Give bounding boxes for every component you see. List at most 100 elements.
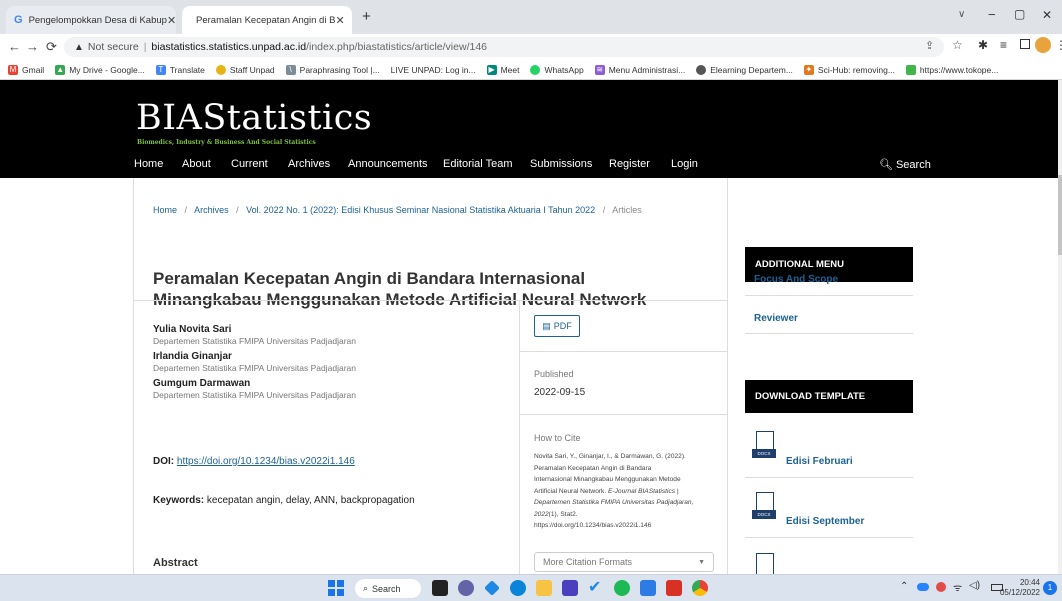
todo-check-icon[interactable]: ✔: [588, 580, 604, 596]
url-field[interactable]: ▲ Not secure | biastatistics.statistics.…: [64, 37, 944, 57]
bookmark-scihub[interactable]: ✦ Sci-Hub: removing...: [803, 64, 895, 75]
keywords-value: kecepatan angin, delay, ANN, backpropaga…: [206, 495, 415, 506]
breadcrumb-home[interactable]: Home: [153, 205, 177, 215]
notification-badge[interactable]: 1: [1043, 581, 1057, 595]
spotify-icon[interactable]: [614, 580, 630, 596]
extensions-icon[interactable]: ✱: [978, 38, 988, 52]
show-hidden-icons[interactable]: ⌃: [900, 581, 908, 592]
task-view-icon[interactable]: [432, 580, 448, 596]
breadcrumb-issue[interactable]: Vol. 2022 No. 1 (2022): Edisi Khusus Sem…: [246, 205, 595, 215]
windows-taskbar: ⌕ Search ✔ ⌃ ᯤ ◁) 20:44 05/12/2022 1: [0, 574, 1062, 601]
reload-icon[interactable]: ⟳: [46, 39, 57, 55]
bookmark-elearning[interactable]: Elearning Departem...: [696, 64, 793, 75]
whatsapp-icon: [530, 64, 541, 75]
header-divider: [134, 300, 727, 301]
nav-about[interactable]: About: [182, 158, 211, 170]
citation-line: Internasional Minangkabau Menggunakan Me…: [534, 476, 681, 483]
docx-file-icon[interactable]: DOCX: [752, 492, 784, 524]
breadcrumb-archives[interactable]: Archives: [194, 205, 229, 215]
pdf-reader-icon[interactable]: [666, 580, 682, 596]
author-affiliation: Departemen Statistika FMIPA Universitas …: [153, 390, 356, 400]
details-divider: [520, 414, 727, 415]
profile-avatar[interactable]: [1035, 37, 1051, 53]
nav-archives[interactable]: Archives: [288, 158, 330, 170]
bookmark-star-icon[interactable]: ☆: [952, 38, 963, 52]
pdf-button[interactable]: ▤ PDF: [534, 315, 580, 337]
nav-login[interactable]: Login: [671, 158, 698, 170]
author-affiliation: Departemen Statistika FMIPA Universitas …: [153, 336, 356, 346]
tokopedia-icon: [905, 64, 916, 75]
site-logo[interactable]: BIAStatistics: [136, 98, 372, 138]
bookmark-live-unpad[interactable]: LIVE UNPAD: Log in...: [391, 65, 476, 75]
onedrive-icon[interactable]: [917, 583, 929, 591]
tab-list-icon[interactable]: ∨: [958, 9, 965, 20]
back-arrow-icon[interactable]: ←: [8, 39, 21, 54]
sidebar-link-focus-scope[interactable]: Focus And Scope: [754, 274, 838, 285]
reading-list-icon[interactable]: ≡: [1000, 38, 1007, 52]
sidebar-link-reviewer[interactable]: Reviewer: [754, 313, 798, 324]
minimize-button[interactable]: −: [988, 7, 996, 22]
tab-active[interactable]: Peramalan Kecepatan Angin di B ✕: [182, 6, 352, 34]
citation-formats-dropdown[interactable]: More Citation Formats ▼: [534, 552, 714, 572]
scrollbar-thumb[interactable]: [1058, 175, 1062, 255]
maximize-button[interactable]: ▢: [1014, 7, 1025, 21]
forward-arrow-icon[interactable]: →: [26, 39, 39, 54]
bookmark-gmail[interactable]: M Gmail: [8, 64, 44, 75]
teams-chat-icon[interactable]: [458, 580, 474, 596]
address-bar-row: ← → ⟳ ▲ Not secure | biastatistics.stati…: [0, 34, 1062, 60]
side-panel-icon[interactable]: [1020, 39, 1030, 49]
nav-announcements[interactable]: Announcements: [348, 158, 428, 170]
nav-register[interactable]: Register: [609, 158, 650, 170]
bookmark-translate[interactable]: T Translate: [155, 64, 205, 75]
nav-home[interactable]: Home: [134, 158, 163, 170]
bookmark-staff-unpad[interactable]: Staff Unpad: [215, 64, 275, 75]
close-window-button[interactable]: ✕: [1042, 8, 1052, 22]
bookmarks-bar: M Gmail ▲ My Drive - Google... T Translate …: [0, 60, 1062, 80]
store-icon[interactable]: [562, 580, 578, 596]
menu-kebab-icon[interactable]: ⋮: [1055, 38, 1062, 52]
widgets-icon[interactable]: [484, 580, 500, 596]
clock[interactable]: 20:44: [1012, 578, 1040, 588]
file-explorer-icon[interactable]: [536, 580, 552, 596]
bookmark-paraphrasing[interactable]: \ Paraphrasing Tool |...: [285, 64, 380, 75]
bookmark-label: Translate: [169, 64, 205, 75]
tab-inactive[interactable]: G Pengelompokkan Desa di Kabup ✕: [6, 6, 176, 34]
close-tab-icon[interactable]: ✕: [167, 14, 176, 27]
sidebar-divider: [745, 537, 913, 538]
nav-current[interactable]: Current: [231, 158, 268, 170]
docx-file-icon[interactable]: [752, 553, 784, 574]
bookmark-drive[interactable]: ▲ My Drive - Google...: [55, 64, 145, 75]
windows-start-icon[interactable]: [328, 580, 344, 596]
nav-editorial-team[interactable]: Editorial Team: [443, 158, 513, 170]
doi-link[interactable]: https://doi.org/10.1234/bias.v2022i1.146: [177, 456, 355, 467]
citation-journal: E-Journal BIAStatistics |: [608, 487, 679, 495]
chevron-down-icon: ▼: [698, 558, 705, 566]
search-link[interactable]: 🔍︎ Search: [879, 158, 931, 171]
new-tab-button[interactable]: +: [362, 8, 371, 25]
bookmark-menu-administrasi[interactable]: ≋ Menu Administrasi...: [594, 64, 685, 75]
share-icon[interactable]: ⇪: [925, 39, 934, 52]
docx-file-icon[interactable]: DOCX: [752, 431, 784, 463]
template-link-februari[interactable]: Edisi Februari: [786, 456, 853, 467]
antivirus-icon[interactable]: [936, 582, 946, 592]
edge-icon[interactable]: [510, 580, 526, 596]
bookmark-meet[interactable]: ▶ Meet: [486, 64, 519, 75]
volume-icon[interactable]: ◁): [969, 580, 980, 591]
taskbar-search-box[interactable]: ⌕ Search: [355, 579, 421, 598]
bookmark-whatsapp[interactable]: WhatsApp: [530, 64, 584, 75]
page-scrollbar[interactable]: [1058, 80, 1062, 574]
close-tab-icon[interactable]: ✕: [335, 14, 344, 27]
site-tagline: Biomedics, Industry & Business And Socia…: [137, 139, 316, 146]
mail-icon[interactable]: [640, 580, 656, 596]
bookmark-tokopedia[interactable]: https://www.tokope...: [905, 64, 998, 75]
tab-title: Pengelompokkan Desa di Kabup: [28, 14, 167, 26]
search-icon: 🔍︎: [879, 159, 893, 171]
chrome-icon[interactable]: [692, 580, 708, 596]
pdf-label: PDF: [553, 321, 572, 331]
doi-row: DOI: https://doi.org/10.1234/bias.v2022i…: [153, 456, 355, 467]
nav-submissions[interactable]: Submissions: [530, 158, 592, 170]
template-link-september[interactable]: Edisi September: [786, 516, 864, 527]
wifi-icon[interactable]: ᯤ: [953, 580, 962, 594]
main-left-border: [133, 178, 134, 574]
author-name: Yulia Novita Sari: [153, 324, 232, 335]
